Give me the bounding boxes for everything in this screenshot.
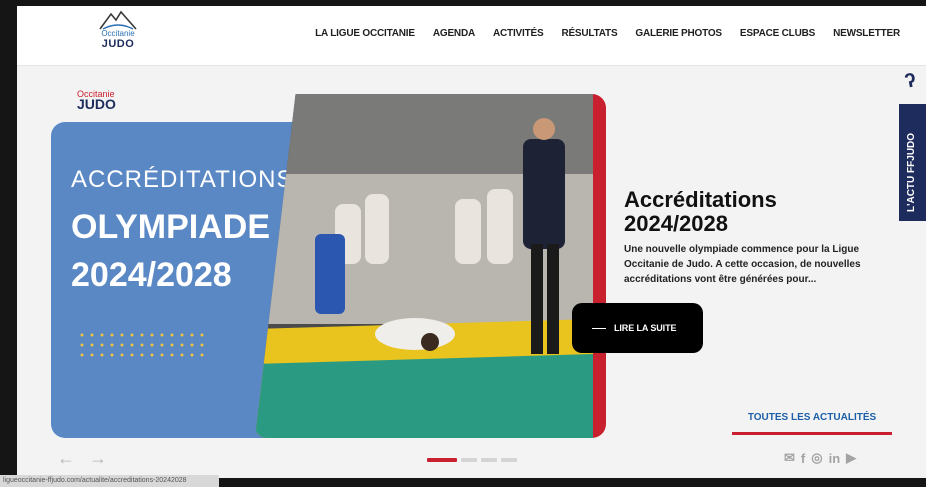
nav-item-ligue[interactable]: LA LIGUE OCCITANIE bbox=[315, 28, 415, 39]
arrow-left-icon[interactable]: ← bbox=[57, 448, 75, 469]
read-more-button[interactable]: LIRE LA SUITE bbox=[572, 303, 703, 353]
nav-item-espace-clubs[interactable]: ESPACE CLUBS bbox=[740, 28, 815, 39]
carousel-pagination bbox=[427, 458, 517, 462]
status-bar-url: ligueoccitanie-ffjudo.com/actualite/accr… bbox=[0, 475, 219, 487]
mountain-logo-icon bbox=[99, 10, 137, 30]
slide-description: Une nouvelle olympiade commence pour la … bbox=[624, 244, 861, 285]
actu-ffjudo-label: L'ACTU FFJUDO bbox=[906, 132, 917, 212]
nav-item-agenda[interactable]: AGENDA bbox=[433, 28, 475, 39]
actu-ffjudo-tab[interactable]: L'ACTU FFJUDO bbox=[899, 104, 926, 221]
linkedin-icon[interactable]: in bbox=[829, 451, 841, 466]
read-more-label: LIRE LA SUITE bbox=[614, 323, 677, 333]
mail-icon[interactable]: ✉ bbox=[784, 450, 795, 466]
all-news-link[interactable]: TOUTES LES ACTUALITÉS bbox=[732, 412, 892, 423]
slide-photo bbox=[255, 94, 593, 438]
poster-dot-pattern bbox=[77, 330, 207, 362]
instagram-icon[interactable]: ◎ bbox=[811, 450, 822, 466]
slide-title-line-1: Accréditations bbox=[624, 187, 777, 212]
arrow-right-icon[interactable]: → bbox=[89, 448, 107, 469]
poster-line-2: OLYMPIADE bbox=[71, 208, 271, 246]
nav-item-resultats[interactable]: RÉSULTATS bbox=[561, 28, 617, 39]
social-links: ✉ f ◎ in ▶ bbox=[784, 450, 856, 466]
slide-title: Accréditations 2024/2028 bbox=[624, 188, 777, 236]
nav-item-newsletter[interactable]: NEWSLETTER bbox=[833, 28, 900, 39]
logo-occitanie-text: Occitanie bbox=[101, 29, 135, 38]
poster-line-1: ACCRÉDITATIONS bbox=[71, 166, 294, 193]
all-news-underline bbox=[732, 432, 892, 435]
nav-item-activites[interactable]: ACTIVITÉS bbox=[493, 28, 544, 39]
main-nav: LA LIGUE OCCITANIE AGENDA ACTIVITÉS RÉSU… bbox=[315, 28, 900, 39]
dash-icon bbox=[592, 327, 606, 329]
carousel-dot[interactable] bbox=[481, 458, 497, 462]
poster-logo-judo: JUDO bbox=[77, 96, 116, 112]
carousel-arrows: ← → bbox=[57, 448, 107, 469]
browser-viewport: Occitanie JUDO LA LIGUE OCCITANIE AGENDA… bbox=[17, 6, 926, 478]
carousel-dot[interactable] bbox=[501, 458, 517, 462]
carousel-dot[interactable] bbox=[427, 458, 457, 462]
logo-judo-text: JUDO bbox=[101, 38, 135, 50]
ffjudo-logo-icon[interactable]: ʔ bbox=[903, 69, 918, 94]
youtube-icon[interactable]: ▶ bbox=[846, 450, 856, 466]
site-header: Occitanie JUDO LA LIGUE OCCITANIE AGENDA… bbox=[17, 6, 926, 66]
slide-title-line-2: 2024/2028 bbox=[624, 211, 728, 236]
carousel-dot[interactable] bbox=[461, 458, 477, 462]
site-logo[interactable]: Occitanie JUDO bbox=[93, 10, 143, 60]
facebook-icon[interactable]: f bbox=[801, 451, 805, 466]
poster-line-3: 2024/2028 bbox=[71, 256, 232, 294]
nav-item-galerie[interactable]: GALERIE PHOTOS bbox=[635, 28, 722, 39]
poster-logo: Occitanie JUDO bbox=[77, 90, 116, 111]
